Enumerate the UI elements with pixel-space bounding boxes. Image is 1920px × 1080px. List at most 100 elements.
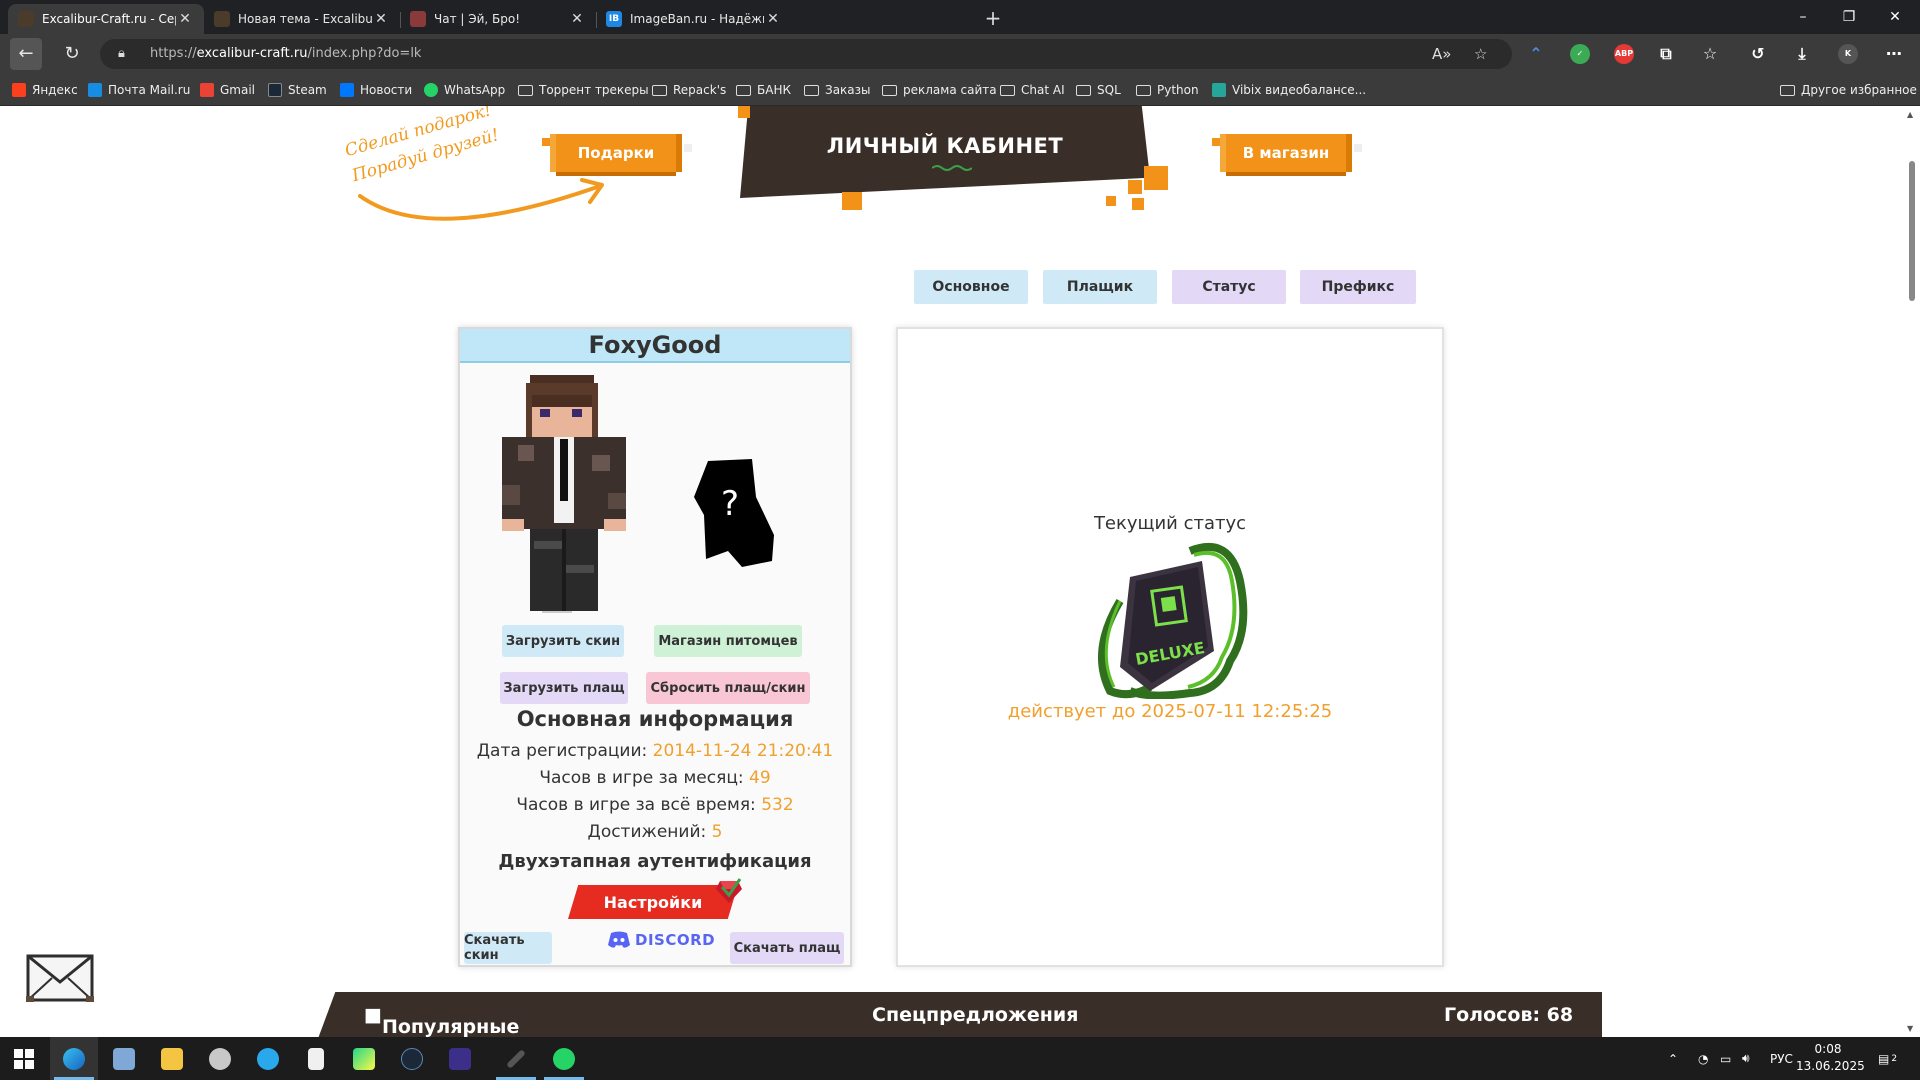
taskbar-app-purple[interactable] [436, 1037, 484, 1080]
close-icon[interactable]: ✕ [568, 11, 586, 27]
bookmark-gmail[interactable]: Gmail [200, 74, 255, 106]
folder-icon [161, 1047, 183, 1070]
tab-new-topic[interactable]: Новая тема - Excalibur Craft фор ✕ [204, 4, 400, 34]
reload-button[interactable]: ↻ [56, 38, 88, 70]
language-indicator[interactable]: РУС [1770, 1037, 1793, 1080]
unknown-pet-glyph: ? [721, 484, 739, 524]
bookmark-news[interactable]: Новости [340, 74, 412, 106]
popular-section[interactable]: ■ Популярные [364, 1004, 519, 1037]
new-tab-button[interactable]: + [980, 6, 1006, 32]
tab-excalibur[interactable]: Excalibur-Craft.ru - Сервера Mai ✕ [8, 4, 204, 34]
tray-chevron-icon[interactable]: ⌃ [1668, 1037, 1678, 1080]
download-cloak-button[interactable]: Скачать плащ [730, 932, 844, 964]
taskbar-edge[interactable] [50, 1037, 98, 1080]
tab-main[interactable]: Основное [914, 270, 1028, 304]
close-icon[interactable]: ✕ [372, 11, 390, 27]
browser-tab-bar: Excalibur-Craft.ru - Сервера Mai ✕ Новая… [0, 0, 1920, 34]
pixel-decoration [1354, 144, 1362, 152]
extension-arrow-icon[interactable]: ⌃ [1526, 44, 1546, 64]
folder-icon [1076, 84, 1091, 96]
taskbar-app-sword[interactable] [492, 1037, 540, 1080]
clock[interactable]: 0:08 13.06.2025 [1796, 1041, 1865, 1075]
taskbar-app[interactable] [100, 1037, 148, 1080]
bookmark-folder-chatai[interactable]: Chat AI [1000, 74, 1065, 106]
network-icon[interactable]: ◔ [1698, 1037, 1708, 1080]
favorites-icon[interactable]: ☆ [1700, 44, 1720, 64]
close-icon[interactable]: ✕ [176, 11, 194, 27]
bookmark-folder-repacks[interactable]: Repack's [652, 74, 726, 106]
bookmark-folder-sql[interactable]: SQL [1076, 74, 1121, 106]
tab-prefix[interactable]: Префикс [1300, 270, 1416, 304]
browser-toolbar: ← ↻ 🔒︎ https://excalibur-craft.ru/index.… [0, 34, 1920, 74]
upload-cloak-button[interactable]: Загрузить плащ [500, 672, 628, 704]
volume-icon[interactable]: 🔊︎ [1742, 1037, 1750, 1080]
adblock-icon[interactable]: ABP [1614, 44, 1634, 64]
taskbar-app-red[interactable] [196, 1037, 244, 1080]
upload-skin-button[interactable]: Загрузить скин [502, 625, 624, 657]
tab-chat[interactable]: Чат | Эй, Бро! ✕ [400, 4, 596, 34]
mail-icon[interactable] [26, 952, 96, 1004]
close-icon[interactable]: ✕ [764, 11, 782, 27]
close-window-button[interactable]: ✕ [1872, 0, 1918, 34]
shield-icon[interactable]: ✓ [1570, 44, 1590, 64]
taskbar-file-explorer[interactable] [148, 1037, 196, 1080]
achievements-value: 5 [711, 822, 723, 842]
battery-icon[interactable]: ▭ [1720, 1037, 1731, 1080]
deluxe-status-badge: DELUXE [1098, 542, 1248, 699]
taskbar-notepad[interactable] [292, 1037, 340, 1080]
taskbar-pycharm[interactable] [340, 1037, 388, 1080]
special-offers-section[interactable]: Спецпредложения [872, 1004, 1078, 1026]
address-bar[interactable]: 🔒︎ https://excalibur-craft.ru/index.php?… [100, 39, 1512, 69]
notifications-button[interactable]: ▤ 2 [1878, 1037, 1897, 1080]
folder-icon [1136, 84, 1151, 96]
pixel-decoration [738, 106, 750, 118]
bookmark-folder-torrent[interactable]: Торрент трекеры [518, 74, 649, 106]
minimize-button[interactable]: – [1780, 0, 1826, 34]
pixel-decoration [542, 138, 550, 146]
scrollbar-thumb[interactable] [1909, 161, 1915, 301]
bookmark-label: БАНК [757, 83, 791, 97]
bookmark-vibix[interactable]: Vibix видеобалансе... [1212, 74, 1366, 106]
scroll-down-icon[interactable]: ▼ [1907, 1024, 1913, 1033]
shop-button[interactable]: В магазин [1212, 134, 1362, 172]
bookmark-label: Яндекс [32, 83, 78, 97]
bookmark-whatsapp[interactable]: WhatsApp [424, 74, 505, 106]
taskbar-telegram[interactable] [244, 1037, 292, 1080]
taskbar-whatsapp[interactable] [540, 1037, 588, 1080]
taskbar-steam[interactable] [388, 1037, 436, 1080]
download-icon[interactable]: ⤓ [1792, 44, 1812, 64]
read-aloud-icon[interactable]: A» [1432, 39, 1451, 69]
scroll-up-icon[interactable]: ▲ [1907, 110, 1913, 119]
page-title: ЛИЧНЫЙ КАБИНЕТ [826, 134, 1064, 158]
extensions-puzzle-icon[interactable]: ⧉ [1656, 44, 1676, 64]
reset-cloak-skin-button[interactable]: Сбросить плащ/скин [646, 672, 810, 704]
bookmark-folder-bank[interactable]: БАНК [736, 74, 791, 106]
tab-imageban[interactable]: IB ImageBan.ru - Надёжный фотох ✕ [596, 4, 792, 34]
tab-title: ImageBan.ru - Надёжный фотох [630, 12, 764, 26]
discord-link[interactable]: DISCORD [608, 931, 715, 949]
bookmark-mail[interactable]: Почта Mail.ru [88, 74, 190, 106]
page-scrollbar[interactable]: ▲ ▼ [1904, 106, 1920, 1037]
tab-cloak[interactable]: Плащик [1043, 270, 1157, 304]
bookmark-folder-orders[interactable]: Заказы [804, 74, 871, 106]
settings-button[interactable]: Настройки [568, 885, 738, 919]
app-icon [449, 1047, 471, 1070]
steam-icon [401, 1047, 423, 1070]
more-menu-icon[interactable]: ⋯ [1884, 44, 1904, 64]
restore-button[interactable]: ❐ [1826, 0, 1872, 34]
gifts-button[interactable]: Подарки [542, 134, 692, 172]
bookmark-other-favorites[interactable]: Другое избранное [1780, 74, 1917, 106]
whatsapp-icon [424, 83, 438, 97]
pet-shop-button[interactable]: Магазин питомцев [654, 625, 802, 657]
start-button[interactable] [0, 1037, 48, 1080]
favorite-star-icon[interactable]: ☆ [1474, 39, 1487, 69]
bookmark-steam[interactable]: Steam [268, 74, 327, 106]
bookmark-folder-python[interactable]: Python [1136, 74, 1199, 106]
avatar[interactable]: K [1838, 44, 1858, 64]
tab-status[interactable]: Статус [1172, 270, 1286, 304]
bookmark-yandex[interactable]: Яндекс [12, 74, 78, 106]
history-icon[interactable]: ↺ [1748, 44, 1768, 64]
back-button[interactable]: ← [10, 38, 42, 70]
bookmark-folder-ads[interactable]: реклама сайта [882, 74, 997, 106]
download-skin-button[interactable]: Скачать скин [464, 932, 552, 964]
